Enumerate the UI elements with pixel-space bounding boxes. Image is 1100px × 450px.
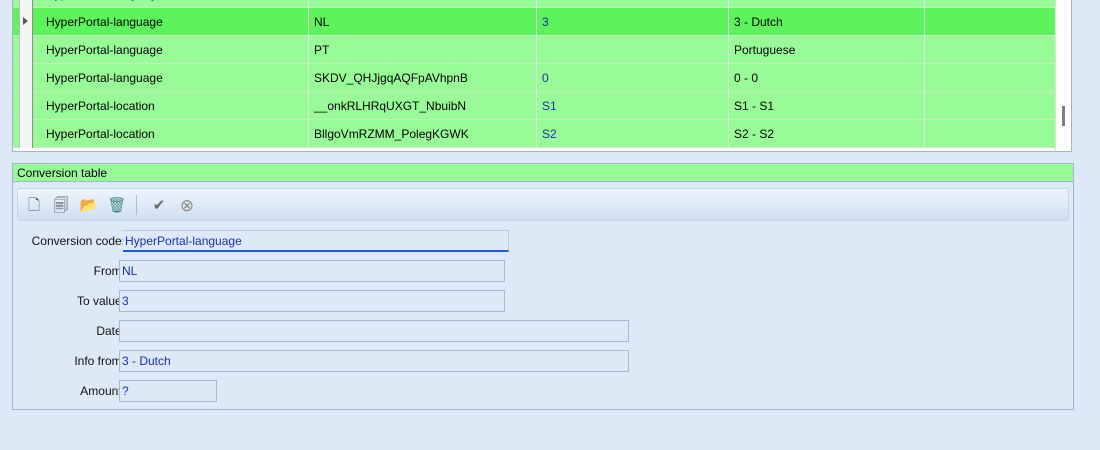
- date-label: Date:: [96, 324, 125, 338]
- vertical-scrollbar[interactable]: [1055, 0, 1071, 151]
- cell-extra: [925, 36, 1059, 64]
- cell-from: NL: [309, 8, 537, 36]
- cell-info: 3 - Dutch: [729, 8, 925, 36]
- panel-title: Conversion table: [13, 164, 1073, 182]
- row-selector[interactable]: [19, 8, 33, 36]
- table-row[interactable]: HyperPortal-language .. Latin: [13, 0, 1071, 8]
- cell-info: S1 - S1: [729, 92, 925, 120]
- to-value-label: To value:: [76, 294, 125, 308]
- cell-code: HyperPortal-language: [41, 36, 309, 64]
- row-selector[interactable]: [19, 64, 33, 92]
- table-row[interactable]: HyperPortal-location __onkRLHRqUXGT_Nbui…: [13, 92, 1071, 120]
- cell-from: ..: [309, 0, 537, 8]
- cell-to: S2: [537, 120, 729, 148]
- table-row[interactable]: HyperPortal-language PT Portuguese: [13, 36, 1071, 64]
- cell-code: HyperPortal-language: [41, 64, 309, 92]
- row-selector[interactable]: [19, 0, 33, 8]
- cell-extra: [925, 120, 1059, 148]
- row-selector[interactable]: [19, 36, 33, 64]
- from-field[interactable]: NL: [119, 260, 505, 282]
- toolbar: 🗋 🗐 📂 🗑 ✔ ⊗: [17, 188, 1069, 221]
- cell-to: S1: [537, 92, 729, 120]
- cancel-icon[interactable]: ⊗: [177, 195, 197, 215]
- cell-to: 3: [537, 8, 729, 36]
- cell-extra: [925, 64, 1059, 92]
- scrollbar-thumb[interactable]: [1062, 106, 1065, 126]
- amount-label: Amount:: [80, 384, 125, 398]
- cell-from: BllgoVmRZMM_PolegKGWK: [309, 120, 537, 148]
- cell-info: Latin: [729, 0, 925, 8]
- table-row[interactable]: HyperPortal-language SKDV_QHJjgqAQFpAVhp…: [13, 64, 1071, 92]
- to-value-field[interactable]: 3: [119, 290, 505, 312]
- cell-info: 0 - 0: [729, 64, 925, 92]
- conversion-table-panel: Conversion table 🗋 🗐 📂 🗑 ✔ ⊗ Conversion …: [12, 163, 1074, 410]
- current-row-arrow-icon: [23, 17, 28, 25]
- cell-code: HyperPortal-language: [41, 8, 309, 36]
- window-footer: [0, 430, 1100, 450]
- info-from-field[interactable]: 3 - Dutch: [119, 350, 629, 372]
- cell-from: PT: [309, 36, 537, 64]
- row-selector[interactable]: [19, 120, 33, 148]
- conversion-code-label: Conversion code:: [31, 234, 125, 248]
- open-folder-icon[interactable]: 📂: [79, 195, 99, 215]
- cell-from: __onkRLHRqUXGT_NbuibN: [309, 92, 537, 120]
- amount-field[interactable]: ?: [119, 380, 217, 402]
- cell-to: 0: [537, 64, 729, 92]
- cell-info: Portuguese: [729, 36, 925, 64]
- cell-from: SKDV_QHJjgqAQFpAVhpnB: [309, 64, 537, 92]
- copy-document-icon[interactable]: 🗐: [51, 195, 71, 215]
- new-document-icon[interactable]: 🗋: [24, 195, 44, 215]
- info-from-label: Info from:: [74, 354, 125, 368]
- table-row[interactable]: HyperPortal-language NL 3 3 - Dutch: [13, 8, 1071, 36]
- cell-extra: [925, 0, 1059, 8]
- cell-to: [537, 0, 729, 8]
- checkmark-icon[interactable]: ✔: [149, 195, 169, 215]
- row-selector[interactable]: [19, 92, 33, 120]
- cell-extra: [925, 92, 1059, 120]
- conversion-grid: HyperPortal-language .. Latin HyperPorta…: [12, 0, 1072, 152]
- delete-icon[interactable]: 🗑: [107, 195, 127, 215]
- cell-code: HyperPortal-language: [41, 0, 309, 8]
- cell-extra: [925, 8, 1059, 36]
- cell-code: HyperPortal-location: [41, 92, 309, 120]
- cell-info: S2 - S2: [729, 120, 925, 148]
- table-row[interactable]: HyperPortal-location BllgoVmRZMM_PolegKG…: [13, 120, 1071, 148]
- toolbar-separator: [136, 195, 137, 215]
- cell-code: HyperPortal-location: [41, 120, 309, 148]
- cell-to: [537, 36, 729, 64]
- conversion-code-field[interactable]: HyperPortal-language: [123, 230, 509, 252]
- date-field[interactable]: [119, 320, 629, 342]
- from-label: From:: [93, 264, 125, 278]
